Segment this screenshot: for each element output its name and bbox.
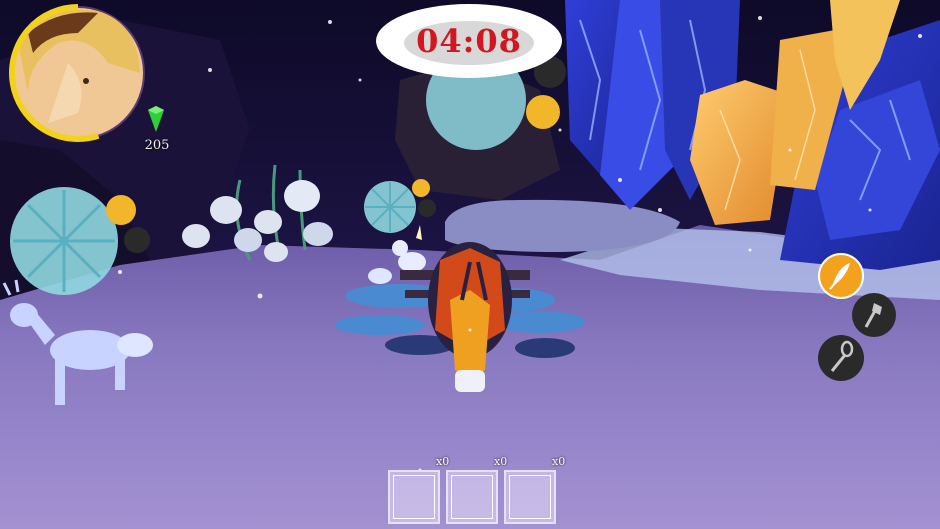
inventory-slot-2[interactable]: [446, 470, 498, 524]
countdown-timer: 04:08: [374, 2, 564, 80]
tool-slot-axe[interactable]: [852, 293, 896, 337]
slot-frame: [509, 475, 551, 519]
shovel-icon: [830, 340, 854, 372]
slot-frame: [451, 475, 493, 519]
inventory-count-1: x0: [436, 455, 450, 468]
slot-frame: [393, 475, 435, 519]
tool-slot-shovel[interactable]: [818, 335, 864, 381]
gem-count: 205: [144, 138, 170, 153]
timer-value: 04:08: [416, 22, 522, 60]
inventory-slot-1[interactable]: [388, 470, 440, 524]
inventory-count-2: x0: [494, 455, 508, 468]
player-portrait: [9, 4, 145, 142]
inventory-count-3: x0: [552, 455, 566, 468]
inventory-slot-3[interactable]: [504, 470, 556, 524]
feather-icon: [829, 263, 850, 290]
axe-icon: [864, 303, 882, 328]
gem-icon: [148, 106, 164, 132]
